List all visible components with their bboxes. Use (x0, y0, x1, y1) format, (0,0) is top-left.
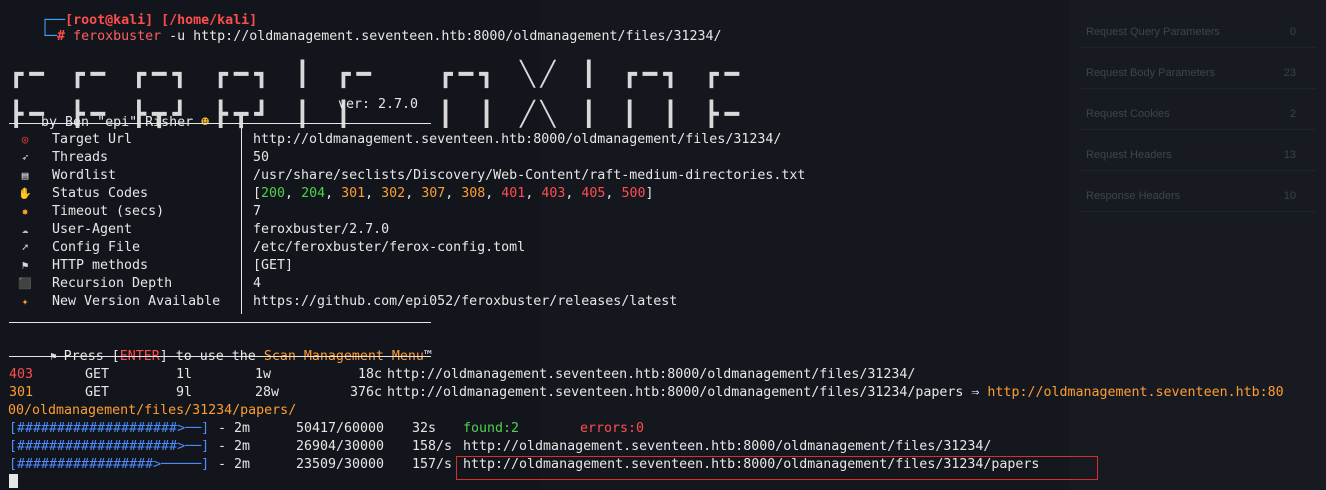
progress-remaining: ── (185, 439, 202, 454)
status-code: 405 (581, 186, 606, 201)
status-code: 307 (421, 186, 446, 201)
progress-time: - 2m (218, 457, 251, 472)
config-value: https://github.com/epi052/feroxbuster/re… (253, 294, 678, 309)
config-column-divider (241, 126, 242, 314)
command-line: └─# feroxbuster -u http://oldmanagement.… (41, 29, 722, 44)
terminal-window[interactable]: ┌──[root@kali] [/home/kali] └─# feroxbus… (0, 0, 1326, 490)
progress-bracket: ] (201, 439, 210, 454)
progress-fill: #################> (17, 457, 162, 472)
status-code: 500 (621, 186, 646, 201)
progress-remaining: ───── (161, 457, 202, 472)
redirect-arrow: ⇒ (963, 385, 988, 400)
result-chars: 18c (357, 367, 382, 382)
progress-time: - 2m (218, 421, 251, 436)
progress-rate: 157/s (412, 457, 453, 472)
config-icon: ➚ (21, 241, 29, 254)
command-name: feroxbuster (73, 29, 162, 44)
config-key: New Version Available (52, 294, 221, 309)
useragent-icon: ☁ (21, 223, 29, 236)
status-code: 403 (541, 186, 566, 201)
result-lines: 9l (176, 385, 193, 400)
status-code: 204 (301, 186, 326, 201)
threads-icon: ➶ (21, 151, 29, 164)
config-key: Status Codes (52, 186, 149, 201)
divider (9, 356, 431, 357)
result-status: 403 (9, 367, 34, 382)
config-value: [200, 204, 301, 302, 307, 308, 401, 403,… (253, 186, 654, 201)
status-code: 302 (381, 186, 406, 201)
config-key: Target Url (52, 132, 133, 147)
progress-url[interactable]: http://oldmanagement.seventeen.htb:8000/… (463, 438, 991, 456)
timeout-icon: ✸ (21, 205, 29, 218)
result-words: 1w (255, 367, 272, 382)
result-method: GET (85, 385, 110, 400)
result-status: 301 (9, 385, 34, 400)
byline: by Ben "epi" Risher ☻ (41, 115, 210, 130)
scan-menu-hint: ⚑ Press [ENTER] to use the Scan Manageme… (50, 349, 432, 364)
progress-rate: 32s (412, 421, 437, 436)
config-value: 7 (253, 204, 262, 219)
redirect-url[interactable]: http://oldmanagement.seventeen.htb:80 (987, 385, 1283, 400)
progress-time: - 2m (218, 439, 251, 454)
highlight-box (456, 456, 1098, 480)
party-icon: ✦ (21, 295, 29, 308)
found-count: found:2 (463, 421, 520, 436)
progress-bar: [#################>─────] (9, 456, 209, 474)
config-value: 4 (253, 276, 262, 291)
config-value: feroxbuster/2.7.0 (253, 222, 390, 237)
config-key: HTTP methods (52, 258, 149, 273)
progress-bracket: [ (9, 421, 18, 436)
result-method: GET (85, 367, 110, 382)
config-value: 50 (253, 150, 270, 165)
progress-bar: [####################>──] (9, 420, 209, 438)
methods-icon: ⚑ (21, 259, 29, 272)
progress-count: 23509/30000 (296, 457, 385, 472)
config-key: User-Agent (52, 222, 133, 237)
config-key: Timeout (secs) (52, 204, 165, 219)
version-label: ver: 2.7.0 (338, 97, 419, 112)
error-count: errors:0 (580, 421, 645, 436)
config-key: Recursion Depth (52, 276, 173, 291)
result-words: 28w (255, 385, 280, 400)
terminal-cursor (9, 474, 18, 488)
result-url[interactable]: http://oldmanagement.seventeen.htb:8000/… (387, 366, 915, 384)
recursion-icon: ⬛ (18, 277, 32, 290)
progress-bracket: [ (9, 439, 18, 454)
config-value: http://oldmanagement.seventeen.htb:8000/… (253, 132, 782, 147)
config-key: Threads (52, 150, 109, 165)
status-code: 301 (341, 186, 366, 201)
divider (9, 123, 431, 124)
progress-fill: ####################> (17, 421, 186, 436)
wordlist-icon: ▤ (21, 169, 29, 182)
divider (9, 322, 431, 323)
config-value: /etc/feroxbuster/ferox-config.toml (253, 240, 526, 255)
progress-fill: ####################> (17, 439, 186, 454)
progress-count: 26904/30000 (296, 439, 385, 454)
progress-bracket: ] (201, 421, 210, 436)
progress-bracket: ] (201, 457, 210, 472)
progress-rate: 158/s (412, 439, 453, 454)
config-value: [GET] (253, 258, 294, 273)
config-key: Wordlist (52, 168, 117, 183)
redirect-wrap: 00/oldmanagement/files/31234/papers/ (8, 403, 297, 418)
target-icon: ◎ (21, 133, 29, 146)
progress-count: 50417/60000 (296, 421, 385, 436)
result-lines: 1l (176, 367, 193, 382)
progress-bracket: [ (9, 457, 18, 472)
result-chars: 376c (349, 385, 382, 400)
progress-remaining: ── (185, 421, 202, 436)
progress-bar: [####################>──] (9, 438, 209, 456)
status-code: 308 (461, 186, 486, 201)
result-url[interactable]: http://oldmanagement.seventeen.htb:8000/… (387, 384, 1284, 402)
command-args: -u http://oldmanagement.seventeen.htb:80… (161, 29, 722, 44)
status-icon: ✋ (18, 187, 32, 200)
config-key: Config File (52, 240, 141, 255)
status-code: 401 (501, 186, 526, 201)
config-value: /usr/share/seclists/Discovery/Web-Conten… (253, 168, 806, 183)
status-code: 200 (261, 186, 286, 201)
